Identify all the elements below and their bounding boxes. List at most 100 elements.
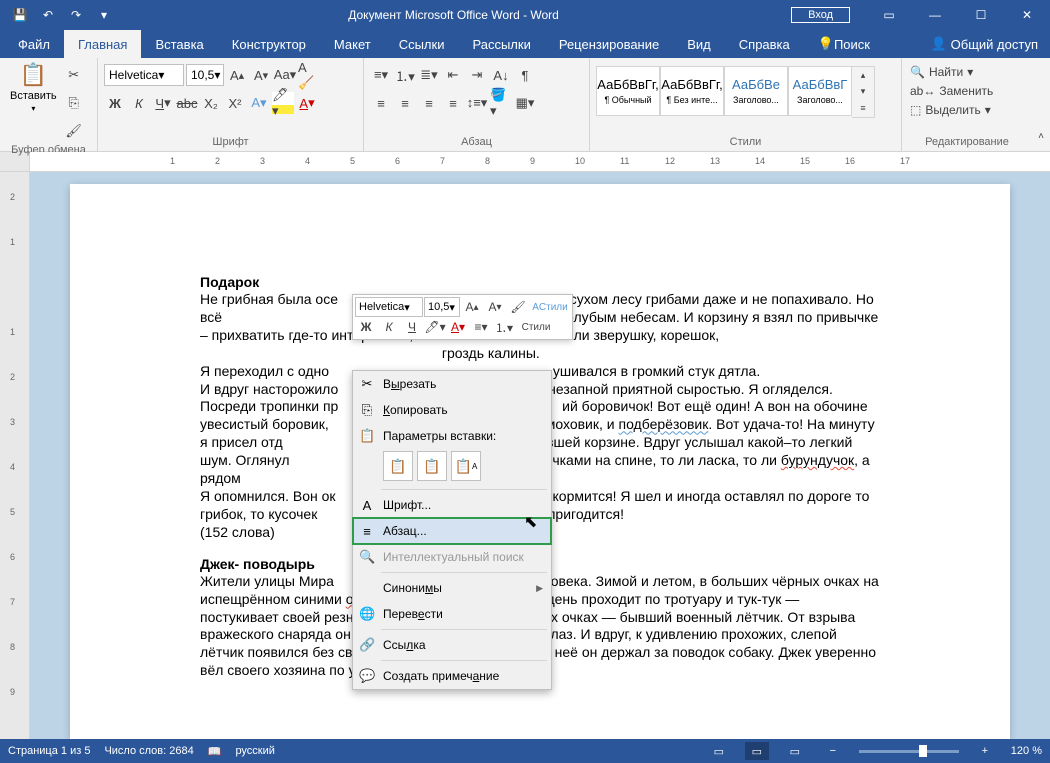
bullets-icon[interactable]: ≡▾: [370, 64, 392, 86]
tab-references[interactable]: Ссылки: [385, 30, 459, 58]
zoom-in-icon[interactable]: +: [973, 742, 997, 760]
underline-icon[interactable]: Ч▾: [152, 92, 174, 114]
highlight-icon[interactable]: 🖊▾: [272, 92, 294, 114]
mini-font-name[interactable]: Helvetica ▾: [355, 297, 423, 317]
copy-icon[interactable]: ⎘: [63, 92, 85, 114]
font-name-select[interactable]: Helvetica ▾: [104, 64, 184, 86]
shrink-font-icon[interactable]: A▾: [250, 64, 272, 86]
format-painter-icon[interactable]: 🖌: [63, 120, 85, 142]
bold-icon[interactable]: Ж: [104, 92, 126, 114]
undo-icon[interactable]: ↶: [36, 3, 60, 27]
shading-icon[interactable]: 🪣▾: [490, 92, 512, 114]
mini-font-size[interactable]: 10,5 ▾: [424, 297, 460, 317]
font-size-select[interactable]: 10,5 ▾: [186, 64, 224, 86]
search-box[interactable]: 💡 Поиск: [804, 30, 884, 58]
align-center-icon[interactable]: ≡: [394, 92, 416, 114]
page-indicator[interactable]: Страница 1 из 5: [8, 745, 90, 757]
ctx-smart-lookup[interactable]: 🔍Интеллектуальный поиск: [353, 544, 551, 570]
tab-view[interactable]: Вид: [673, 30, 725, 58]
zoom-slider[interactable]: [859, 750, 959, 753]
mini-shrink-icon[interactable]: A▾: [484, 297, 506, 317]
vertical-ruler[interactable]: 2 1 1 2 3 4 5 6 7 8 9: [0, 172, 30, 739]
select-button[interactable]: ⬚ Выделить ▾: [908, 102, 995, 118]
align-right-icon[interactable]: ≡: [418, 92, 440, 114]
paste-merge-formatting[interactable]: 📋: [417, 451, 447, 481]
tab-review[interactable]: Рецензирование: [545, 30, 673, 58]
tab-insert[interactable]: Вставка: [141, 30, 217, 58]
styles-more-icon[interactable]: ≡: [852, 99, 874, 117]
ctx-translate[interactable]: 🌐Перевести: [353, 601, 551, 627]
mini-styles2-icon[interactable]: Стили: [516, 317, 556, 337]
mini-highlight-icon[interactable]: 🖊▾: [424, 317, 446, 337]
language-indicator[interactable]: русский: [235, 745, 274, 757]
tab-layout[interactable]: Макет: [320, 30, 385, 58]
mini-color-icon[interactable]: A▾: [447, 317, 469, 337]
ctx-link[interactable]: 🔗Ссылка: [353, 632, 551, 658]
mini-painter-icon[interactable]: 🖌: [507, 297, 529, 317]
mini-numbering-icon[interactable]: ⒈▾: [493, 317, 515, 337]
maximize-icon[interactable]: ☐: [958, 0, 1004, 30]
text-effects-icon[interactable]: A▾: [248, 92, 270, 114]
paste-button[interactable]: 📋 Вставить ▾: [6, 60, 61, 115]
show-marks-icon[interactable]: ¶: [514, 64, 536, 86]
tab-design[interactable]: Конструктор: [218, 30, 320, 58]
paste-text-only[interactable]: 📋A: [451, 451, 481, 481]
tab-mailings[interactable]: Рассылки: [458, 30, 544, 58]
horizontal-ruler[interactable]: 12 34 56 78 910 1112 1314 1516 17: [0, 152, 1050, 172]
numbering-icon[interactable]: ⒈▾: [394, 64, 416, 86]
proofing-icon[interactable]: 📖: [208, 745, 222, 758]
collapse-ribbon-icon[interactable]: ˄: [1032, 125, 1050, 147]
web-layout-icon[interactable]: ▭: [783, 742, 807, 760]
styles-down-icon[interactable]: ▾: [852, 83, 874, 99]
find-button[interactable]: 🔍 Найти ▾: [908, 64, 995, 80]
italic-icon[interactable]: К: [128, 92, 150, 114]
tab-help[interactable]: Справка: [725, 30, 804, 58]
ribbon-options-icon[interactable]: ▭: [866, 0, 912, 30]
align-left-icon[interactable]: ≡: [370, 92, 392, 114]
style-heading2[interactable]: АаБбВвГЗаголово...: [788, 66, 852, 116]
share-button[interactable]: 👤 Общий доступ: [918, 30, 1050, 58]
mini-grow-icon[interactable]: A▴: [461, 297, 483, 317]
superscript-icon[interactable]: X²: [224, 92, 246, 114]
word-count[interactable]: Число слов: 2684: [104, 745, 193, 757]
mini-italic-icon[interactable]: К: [378, 317, 400, 337]
mini-bullets-icon[interactable]: ≡▾: [470, 317, 492, 337]
ctx-synonyms[interactable]: Синонимы▶: [353, 575, 551, 601]
ctx-copy[interactable]: ⎘Копировать: [353, 397, 551, 423]
ctx-paragraph[interactable]: ≡Абзац...: [353, 518, 551, 544]
zoom-level[interactable]: 120 %: [1011, 745, 1042, 757]
login-button[interactable]: Вход: [791, 7, 850, 23]
save-icon[interactable]: 💾: [8, 3, 32, 27]
sort-icon[interactable]: A↓: [490, 64, 512, 86]
replace-button[interactable]: ab↔ Заменить: [908, 83, 995, 99]
grow-font-icon[interactable]: A▴: [226, 64, 248, 86]
subscript-icon[interactable]: X₂: [200, 92, 222, 114]
style-normal[interactable]: АаБбВвГг,¶ Обычный: [596, 66, 660, 116]
mini-styles-icon[interactable]: AСтили: [530, 297, 570, 317]
zoom-out-icon[interactable]: −: [821, 742, 845, 760]
ctx-font[interactable]: AШрифт...: [353, 492, 551, 518]
close-icon[interactable]: ✕: [1004, 0, 1050, 30]
dec-indent-icon[interactable]: ⇤: [442, 64, 464, 86]
print-layout-icon[interactable]: ▭: [745, 742, 769, 760]
cut-icon[interactable]: ✂: [63, 64, 85, 86]
borders-icon[interactable]: ▦▾: [514, 92, 536, 114]
style-nospacing[interactable]: АаБбВвГг,¶ Без инте...: [660, 66, 724, 116]
ctx-cut[interactable]: ✂Вырезать: [353, 371, 551, 397]
qat-more-icon[interactable]: ▾: [92, 3, 116, 27]
tab-home[interactable]: Главная: [64, 30, 141, 58]
multilevel-icon[interactable]: ≣▾: [418, 64, 440, 86]
justify-icon[interactable]: ≡: [442, 92, 464, 114]
strike-icon[interactable]: abc: [176, 92, 198, 114]
line-spacing-icon[interactable]: ↕≡▾: [466, 92, 488, 114]
inc-indent-icon[interactable]: ⇥: [466, 64, 488, 86]
redo-icon[interactable]: ↷: [64, 3, 88, 27]
clear-format-icon[interactable]: A🧹: [298, 64, 320, 86]
minimize-icon[interactable]: —: [912, 0, 958, 30]
mini-bold-icon[interactable]: Ж: [355, 317, 377, 337]
tab-file[interactable]: Файл: [4, 30, 64, 58]
paste-keep-formatting[interactable]: 📋: [383, 451, 413, 481]
ctx-comment[interactable]: 💬Создать примечание: [353, 663, 551, 689]
mini-underline-icon[interactable]: Ч: [401, 317, 423, 337]
style-heading1[interactable]: АаБбВеЗаголово...: [724, 66, 788, 116]
